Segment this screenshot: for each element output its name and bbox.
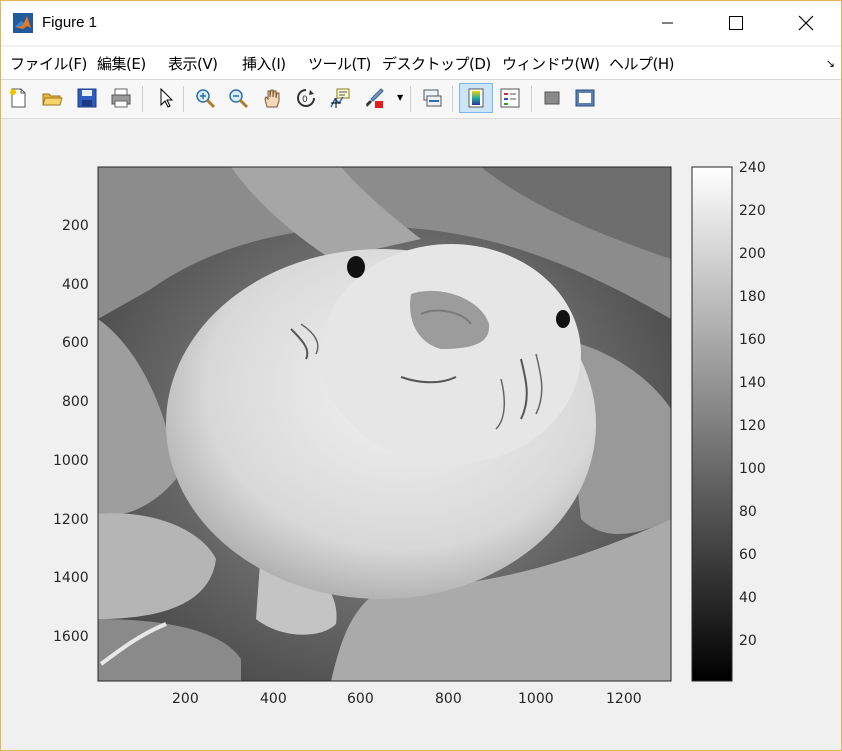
- menu-insert[interactable]: 挿入(I): [242, 53, 286, 74]
- close-button[interactable]: [783, 1, 829, 45]
- plot-area: 200 400 600 800 1000 1200 1400 1600 200 …: [1, 119, 841, 750]
- colorbar-tick-label: 240: [739, 160, 766, 176]
- menu-desktop[interactable]: デスクトップ(D): [382, 53, 491, 74]
- pan-hand-icon: [264, 89, 280, 108]
- svg-text:0: 0: [302, 95, 308, 105]
- hide-plot-tools-button[interactable]: [539, 85, 565, 111]
- colorbar-tick-label: 100: [739, 461, 766, 477]
- brush-icon: [366, 88, 384, 108]
- colorbar-tick-label: 180: [739, 289, 766, 305]
- print-button[interactable]: [108, 85, 134, 111]
- y-tick-label: 1400: [53, 570, 89, 586]
- open-file-button[interactable]: [39, 85, 65, 111]
- menu-help[interactable]: ヘルプ(H): [609, 53, 674, 74]
- x-tick-label: 1200: [606, 691, 642, 707]
- colorbar-tick-label: 120: [739, 418, 766, 434]
- print-icon: [111, 88, 131, 108]
- show-plot-tools-button[interactable]: [572, 85, 598, 111]
- edit-plot-pointer-icon: [160, 87, 174, 108]
- colorbar-tick-label: 220: [739, 203, 766, 219]
- y-tick-label: 400: [62, 277, 89, 293]
- colorbar-tick-label: 80: [739, 504, 757, 520]
- toolbar-separator: [410, 86, 411, 112]
- menu-edit[interactable]: 編集(E): [97, 53, 146, 74]
- colorbar[interactable]: [691, 166, 733, 682]
- hide-plot-tools-icon: [544, 91, 560, 105]
- colorbar-tick-label: 40: [739, 590, 757, 606]
- minimize-icon: [662, 22, 673, 24]
- zoom-out-button[interactable]: [225, 85, 251, 111]
- pan-button[interactable]: [259, 85, 285, 111]
- y-tick-label: 600: [62, 335, 89, 351]
- y-tick-label: 1000: [53, 453, 89, 469]
- y-tick-label: 1200: [53, 512, 89, 528]
- zoom-in-button[interactable]: [192, 85, 218, 111]
- colorbar-tick-label: 160: [739, 332, 766, 348]
- grayscale-image[interactable]: [98, 167, 671, 681]
- colorbar-tick-label: 200: [739, 246, 766, 262]
- colorbar-tick-label: 140: [739, 375, 766, 391]
- colorbar-tick-label: 20: [739, 633, 757, 649]
- data-cursor-button[interactable]: [327, 85, 353, 111]
- maximize-icon: [729, 16, 743, 30]
- menu-view[interactable]: 表示(V): [168, 53, 218, 74]
- figure-canvas[interactable]: [1, 119, 841, 750]
- toolbar-separator: [142, 86, 143, 112]
- toolbar-separator: [452, 86, 453, 112]
- edit-plot-button[interactable]: [152, 85, 178, 111]
- insert-colorbar-button[interactable]: [459, 83, 493, 113]
- toolbar-separator: [183, 86, 184, 112]
- y-tick-label: 800: [62, 394, 89, 410]
- x-tick-label: 200: [172, 691, 199, 707]
- minimize-button[interactable]: [645, 1, 691, 45]
- menu-tools[interactable]: ツール(T): [308, 53, 371, 74]
- save-icon: [77, 88, 97, 108]
- rotate-3d-button[interactable]: 0: [293, 85, 319, 111]
- save-button[interactable]: [74, 85, 100, 111]
- figure-window: Figure 1 ファイル(F) 編集(E) 表示(V) 挿入(I) ツール(T…: [0, 0, 842, 751]
- brush-dropdown-arrow-icon[interactable]: ▼: [397, 93, 403, 102]
- figure-toolbar: 0 ▼: [1, 80, 841, 119]
- x-tick-label: 800: [435, 691, 462, 707]
- colorbar-tick-label: 60: [739, 547, 757, 563]
- data-cursor-icon: [330, 88, 350, 108]
- close-icon: [798, 15, 814, 31]
- link-plot-button[interactable]: [419, 85, 445, 111]
- menu-bar: ファイル(F) 編集(E) 表示(V) 挿入(I) ツール(T) デスクトップ(…: [1, 47, 841, 80]
- menu-dock-arrow-icon[interactable]: ↘: [826, 57, 835, 70]
- menu-window[interactable]: ウィンドウ(W): [502, 53, 600, 74]
- open-file-icon: [42, 93, 63, 106]
- y-tick-label: 200: [62, 218, 89, 234]
- insert-colorbar-icon: [468, 88, 484, 108]
- rotate-3d-icon: 0: [297, 89, 315, 107]
- title-bar[interactable]: Figure 1: [1, 1, 841, 45]
- insert-legend-icon: [500, 88, 520, 108]
- zoom-out-icon: [229, 89, 249, 109]
- y-tick-label: 1600: [53, 629, 89, 645]
- window-title: Figure 1: [42, 14, 98, 31]
- insert-legend-button[interactable]: [497, 85, 523, 111]
- x-tick-label: 1000: [518, 691, 554, 707]
- menu-file[interactable]: ファイル(F): [10, 53, 87, 74]
- x-tick-label: 600: [347, 691, 374, 707]
- maximize-button[interactable]: [713, 1, 759, 45]
- new-figure-icon: [10, 88, 26, 108]
- show-plot-tools-icon: [575, 89, 595, 107]
- brush-button[interactable]: [361, 85, 387, 111]
- matlab-logo-icon: [13, 13, 33, 33]
- zoom-in-icon: [196, 89, 216, 109]
- new-figure-button[interactable]: [5, 85, 31, 111]
- link-plot-icon: [423, 89, 442, 107]
- x-tick-label: 400: [260, 691, 287, 707]
- toolbar-separator: [531, 86, 532, 112]
